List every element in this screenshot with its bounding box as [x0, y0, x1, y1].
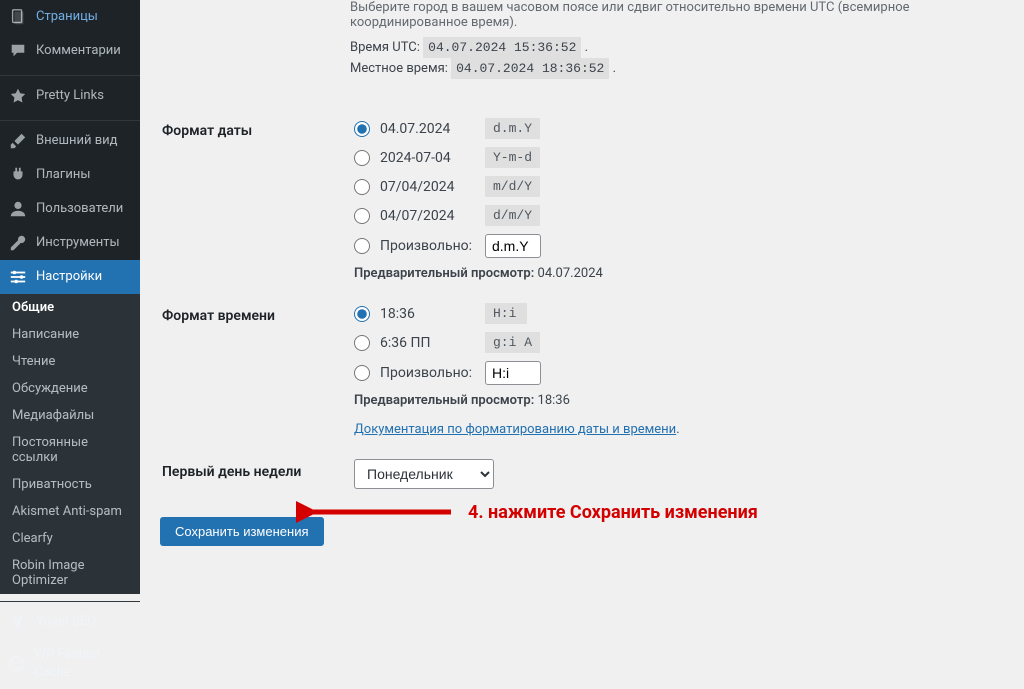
date-format-radio[interactable] [354, 179, 370, 195]
date-format-option[interactable]: 2024-07-04Y-m-d [354, 147, 992, 168]
comments-icon [8, 41, 28, 61]
local-time-row: Местное время: 04.07.2024 18:36:52 . [160, 61, 1004, 76]
date-format-custom-option[interactable]: Произвольно: [354, 234, 992, 258]
admin-sidebar: Страницы Комментарии Pretty Links Внешний… [0, 0, 140, 576]
user-icon [8, 199, 28, 219]
date-format-preview: Предварительный просмотр: 04.07.2024 [354, 266, 992, 281]
date-format-code: Y-m-d [485, 147, 540, 168]
sliders-icon [8, 267, 28, 287]
sidebar-item-label: Пользователи [36, 200, 123, 218]
sidebar-item-пользователи[interactable]: Пользователи [0, 192, 140, 226]
time-format-row: Формат времени 18:36H:i6:36 ППg:i A Прои… [162, 293, 1002, 447]
time-format-option[interactable]: 6:36 ППg:i A [354, 332, 992, 353]
sidebar-item-комментарии[interactable]: Комментарии [0, 34, 140, 68]
brush-icon [8, 131, 28, 151]
date-format-code: d/m/Y [485, 205, 540, 226]
sidebar-item-label: WP Fastest Cache [35, 646, 133, 682]
sidebar-item-label: Плагины [36, 166, 90, 184]
date-format-display: 04/07/2024 [380, 208, 485, 224]
pages-icon [8, 7, 28, 27]
date-format-row: Формат даты 04.07.2024d.m.Y2024-07-04Y-m… [162, 108, 1002, 291]
menu-separator [0, 71, 140, 76]
local-time-label: Местное время: [350, 61, 448, 76]
date-format-radio[interactable] [354, 121, 370, 137]
date-format-display: 04.07.2024 [380, 121, 485, 137]
wpfc-icon [8, 654, 27, 674]
sidebar-item-label: Страницы [36, 8, 98, 26]
sidebar-item-label: Pretty Links [36, 87, 104, 105]
date-format-option[interactable]: 04.07.2024d.m.Y [354, 118, 992, 139]
time-format-custom-input[interactable] [485, 361, 541, 385]
week-start-heading: Первый день недели [162, 449, 352, 499]
yoast-icon [8, 612, 28, 632]
date-format-radio-custom[interactable] [354, 238, 370, 254]
sidebar-item-настройки[interactable]: Настройки [0, 260, 140, 294]
date-format-option[interactable]: 07/04/2024m/d/Y [354, 176, 992, 197]
date-format-heading: Формат даты [162, 108, 352, 291]
time-format-radio[interactable] [354, 306, 370, 322]
date-format-radio[interactable] [354, 208, 370, 224]
date-format-code: d.m.Y [485, 118, 540, 139]
menu-separator [0, 597, 140, 602]
submenu-item[interactable]: Robin Image Optimizer [0, 552, 140, 594]
time-format-heading: Формат времени [162, 293, 352, 447]
time-format-option[interactable]: 18:36H:i [354, 303, 992, 324]
datetime-doc-link[interactable]: Документация по форматированию даты и вр… [354, 422, 676, 437]
sidebar-item-внешний-вид[interactable]: Внешний вид [0, 124, 140, 158]
time-format-custom-label: Произвольно: [380, 365, 485, 381]
date-format-radio[interactable] [354, 150, 370, 166]
date-format-option[interactable]: 04/07/2024d/m/Y [354, 205, 992, 226]
week-start-select[interactable]: Понедельник [354, 459, 494, 489]
time-format-radio[interactable] [354, 335, 370, 351]
wrench-icon [8, 233, 28, 253]
timezone-description: Выберите город в вашем часовом поясе или… [160, 0, 1004, 30]
sidebar-item-label: Настройки [36, 268, 102, 286]
date-format-custom-input[interactable] [485, 234, 541, 258]
settings-content: Выберите город в вашем часовом поясе или… [140, 0, 1024, 576]
sidebar-item-label: Yoast SEO [36, 613, 96, 631]
time-format-custom-option[interactable]: Произвольно: [354, 361, 992, 385]
submenu-item[interactable]: Обсуждение [0, 375, 140, 402]
date-format-code: m/d/Y [485, 176, 540, 197]
submenu-item[interactable]: Медиафайлы [0, 402, 140, 429]
sidebar-item-label: Комментарии [36, 42, 121, 60]
time-format-preview: Предварительный просмотр: 18:36 [354, 393, 992, 408]
submenu-item[interactable]: Akismet Anti-spam [0, 498, 140, 525]
submenu-item[interactable]: Приватность [0, 471, 140, 498]
submenu-item[interactable]: Общие [0, 294, 140, 321]
save-changes-button[interactable]: Сохранить изменения [160, 517, 324, 546]
sidebar-item-страницы[interactable]: Страницы [0, 0, 140, 34]
menu-separator [0, 116, 140, 121]
sidebar-item-wp-fastest-cache[interactable]: WP Fastest Cache [0, 639, 140, 689]
sidebar-item-label: Внешний вид [36, 132, 118, 150]
utc-time-row: Время UTC: 04.07.2024 15:36:52 . [160, 40, 1004, 55]
date-format-custom-label: Произвольно: [380, 238, 485, 254]
star-icon [8, 86, 28, 106]
sidebar-item-инструменты[interactable]: Инструменты [0, 226, 140, 260]
time-format-radio-custom[interactable] [354, 365, 370, 381]
date-format-display: 07/04/2024 [380, 179, 485, 195]
time-format-code: g:i A [485, 332, 540, 353]
utc-time-label: Время UTC: [350, 40, 420, 55]
sidebar-item-yoast-seo[interactable]: Yoast SEO [0, 605, 140, 639]
settings-submenu: ОбщиеНаписаниеЧтениеОбсуждениеМедиафайлы… [0, 294, 140, 594]
time-format-display: 6:36 ПП [380, 335, 485, 351]
submenu-item[interactable]: Постоянные ссылки [0, 429, 140, 471]
utc-time-value: 04.07.2024 15:36:52 [423, 37, 581, 58]
sidebar-item-плагины[interactable]: Плагины [0, 158, 140, 192]
date-format-display: 2024-07-04 [380, 150, 485, 166]
settings-form-table: Формат даты 04.07.2024d.m.Y2024-07-04Y-m… [160, 106, 1004, 501]
week-start-row: Первый день недели Понедельник [162, 449, 1002, 499]
submenu-item[interactable]: Чтение [0, 348, 140, 375]
local-time-value: 04.07.2024 18:36:52 [451, 58, 609, 79]
sidebar-item-label: Инструменты [36, 234, 120, 252]
sidebar-item-pretty-links[interactable]: Pretty Links [0, 79, 140, 113]
time-format-display: 18:36 [380, 306, 485, 322]
submenu-item[interactable]: Написание [0, 321, 140, 348]
plug-icon [8, 165, 28, 185]
submenu-item[interactable]: Clearfy [0, 525, 140, 552]
time-format-code: H:i [485, 303, 527, 324]
